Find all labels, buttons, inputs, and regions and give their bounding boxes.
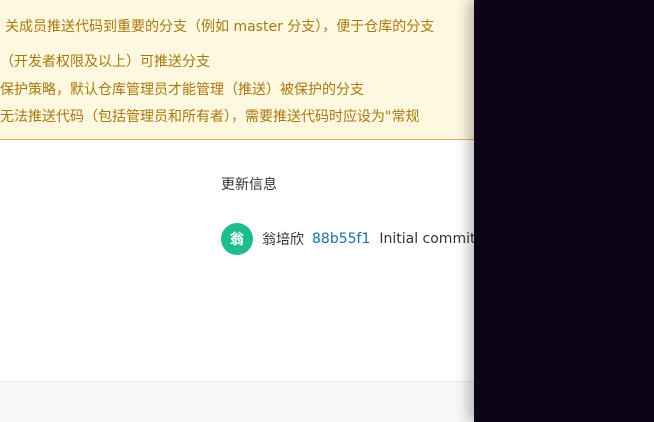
update-info-heading: 更新信息 <box>221 177 277 193</box>
footer-strip <box>0 381 474 422</box>
notice-line: 保护策略，默认仓库管理员才能管理（推送）被保护的分支 <box>0 82 364 98</box>
protected-branch-notice: 关成员推送代码到重要的分支（例如 master 分支），便于仓库的分支 （开发者… <box>0 0 474 140</box>
commit-sha-link[interactable]: 88b55f1 <box>312 231 370 247</box>
commit-author[interactable]: 翁培欣 <box>262 229 304 249</box>
commit-message-link[interactable]: Initial commit <box>379 231 474 247</box>
dark-side-panel <box>474 0 654 422</box>
latest-commit-row: 翁 翁培欣 88b55f1 Initial commit <box>221 223 474 255</box>
avatar[interactable]: 翁 <box>221 223 253 255</box>
notice-line: （开发者权限及以上）可推送分支 <box>0 54 210 70</box>
branch-settings-page: 关成员推送代码到重要的分支（例如 master 分支），便于仓库的分支 （开发者… <box>0 0 474 422</box>
notice-line: 关成员推送代码到重要的分支（例如 master 分支），便于仓库的分支 <box>5 19 435 35</box>
notice-line: 无法推送代码（包括管理员和所有者），需要推送代码时应设为"常规 <box>0 109 420 125</box>
viewport: 关成员推送代码到重要的分支（例如 master 分支），便于仓库的分支 （开发者… <box>0 0 654 422</box>
